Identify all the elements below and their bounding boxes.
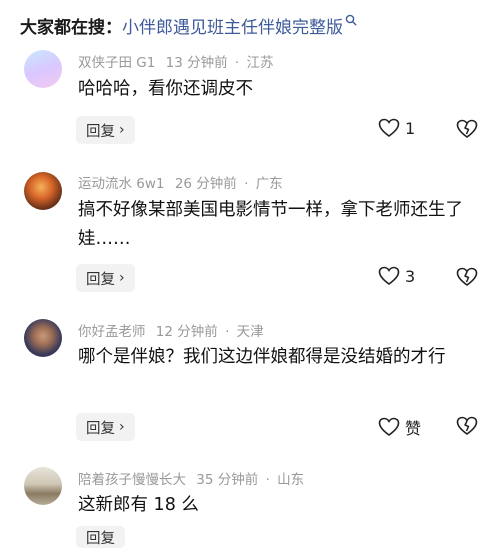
avatar[interactable] xyxy=(24,172,62,210)
comment-text: 哈哈哈，看你还调皮不 xyxy=(78,79,253,99)
comment-text: 哪个是伴娘？我们这边伴娘都得是没结婚的才行 xyxy=(78,347,446,367)
heart-icon xyxy=(378,417,400,436)
comment-meta: 你好孟老师 12 分钟前 · 天津 xyxy=(78,320,264,340)
heart-icon xyxy=(378,118,400,137)
comment-meta: 运动流水 6w1 26 分钟前 · 广东 xyxy=(78,172,283,192)
search-suggestion-prefix: 大家都在搜： xyxy=(20,17,122,38)
comment-text: 搞不好像某部美国电影情节一样，拿下老师还生了娃…… xyxy=(78,200,463,249)
comment-text: 这新郎有 18 么 xyxy=(78,495,199,515)
reply-label: 回复 xyxy=(86,123,115,140)
meta-separator: · xyxy=(244,176,249,192)
reply-button[interactable]: 回复 › xyxy=(76,116,135,144)
avatar[interactable] xyxy=(24,467,62,505)
comment-time: 35 分钟前 xyxy=(196,472,259,488)
comment-time: 26 分钟前 xyxy=(174,176,237,192)
heart-icon xyxy=(378,266,400,285)
reply-button[interactable]: 回复 › xyxy=(76,413,135,441)
reply-label: 回复 xyxy=(86,271,115,288)
chevron-right-icon: › xyxy=(119,122,125,138)
comment-location: 广东 xyxy=(255,176,283,192)
comment-location: 山东 xyxy=(277,472,305,488)
like-count: 1 xyxy=(405,118,416,138)
comment-username[interactable]: 双侠子田 G1 xyxy=(78,55,155,71)
broken-heart-icon[interactable] xyxy=(456,119,478,139)
chevron-right-icon: › xyxy=(119,419,125,435)
meta-separator: · xyxy=(234,55,240,71)
comment-username[interactable]: 你好孟老师 xyxy=(78,324,146,340)
search-suggestion-query[interactable]: 小伴郎遇见班主任伴娘完整版 xyxy=(122,13,343,38)
meta-separator: · xyxy=(225,324,230,340)
reply-button[interactable]: 回复 xyxy=(76,526,125,548)
comment-username[interactable]: 运动流水 6w1 xyxy=(78,176,165,192)
reply-button[interactable]: 回复 › xyxy=(76,264,135,292)
meta-separator: · xyxy=(265,472,270,488)
comment-meta: 陪着孩子慢慢长大 35 分钟前 · 山东 xyxy=(78,468,304,488)
comment-username[interactable]: 陪着孩子慢慢长大 xyxy=(78,472,186,488)
comment-time: 13 分钟前 xyxy=(165,55,228,71)
like-button[interactable]: 1 xyxy=(378,118,415,138)
reply-label: 回复 xyxy=(86,420,115,437)
chevron-right-icon: › xyxy=(119,270,125,286)
broken-heart-icon[interactable] xyxy=(456,267,478,287)
comment-location: 江苏 xyxy=(246,55,274,71)
reply-label: 回复 xyxy=(86,530,115,547)
search-suggestion-bar[interactable]: 大家都在搜： 小伴郎遇见班主任伴娘完整版 xyxy=(0,0,499,50)
search-icon[interactable] xyxy=(345,14,357,26)
like-button[interactable]: 赞 xyxy=(378,415,421,439)
like-count: 3 xyxy=(405,266,416,286)
broken-heart-icon[interactable] xyxy=(456,416,478,436)
comment-location: 天津 xyxy=(236,324,264,340)
comment-time: 12 分钟前 xyxy=(155,324,218,340)
like-count: 赞 xyxy=(405,419,422,438)
avatar[interactable] xyxy=(24,319,62,357)
avatar[interactable] xyxy=(24,50,62,88)
comment-meta: 双侠子田 G1 13 分钟前 · 江苏 xyxy=(78,51,274,71)
like-button[interactable]: 3 xyxy=(378,266,415,286)
